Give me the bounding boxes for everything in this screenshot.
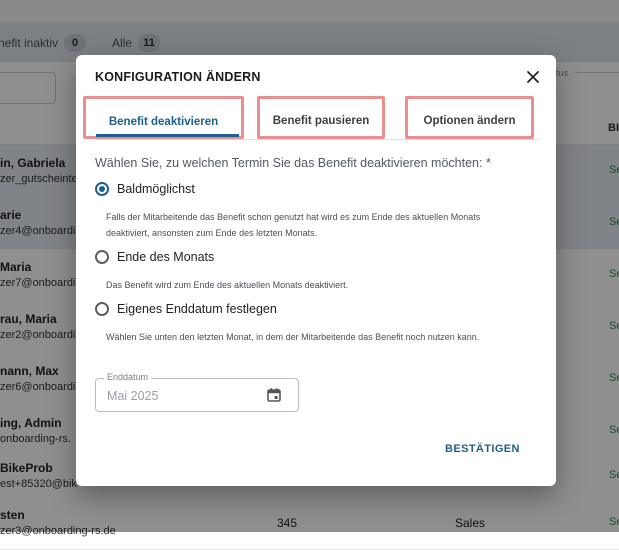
confirm-button[interactable]: BESTÄTIGEN <box>445 443 520 455</box>
tab-benefit-deactivate[interactable]: Benefit deaktivieren <box>83 96 244 139</box>
close-icon <box>527 71 539 83</box>
option-label: Baldmöglichst <box>117 182 195 196</box>
end-date-field[interactable]: Enddatum Mai 2025 <box>95 372 299 412</box>
option-end-of-month[interactable]: Ende des Monats <box>95 250 214 264</box>
radio-unselected[interactable] <box>95 302 109 316</box>
active-tab-indicator <box>96 134 239 137</box>
end-date-label: Enddatum <box>104 372 152 382</box>
tab-change-options[interactable]: Optionen ändern <box>405 96 534 139</box>
option-hint: Falls der Mitarbeitende das Benefit scho… <box>106 212 481 238</box>
tab-label: Optionen ändern <box>423 115 516 127</box>
option-label: Eigenes Enddatum festlegen <box>117 302 277 316</box>
radio-unselected[interactable] <box>95 250 109 264</box>
tab-label: Benefit deaktivieren <box>108 116 219 128</box>
tab-divider <box>95 139 539 140</box>
calendar-icon[interactable] <box>266 387 282 403</box>
option-hint: Wählen Sie unten den letzten Monat, in d… <box>106 332 480 342</box>
tab-label: Benefit pausieren <box>272 115 370 127</box>
dialog-title: KONFIGURATION ÄNDERN <box>95 70 261 84</box>
close-button[interactable] <box>523 67 543 87</box>
end-date-value: Mai 2025 <box>107 389 159 403</box>
option-asap[interactable]: Baldmöglichst <box>95 182 195 196</box>
option-label: Ende des Monats <box>117 250 215 264</box>
configuration-dialog: KONFIGURATION ÄNDERN Benefit deaktiviere… <box>76 55 556 486</box>
tab-benefit-pause[interactable]: Benefit pausieren <box>257 96 385 139</box>
option-custom-end-date[interactable]: Eigenes Enddatum festlegen <box>95 302 277 316</box>
deactivation-question: Wählen Sie, zu welchen Termin Sie das Be… <box>95 156 491 170</box>
radio-selected[interactable] <box>95 182 109 196</box>
option-hint: Das Benefit wird zum Ende des aktuellen … <box>106 280 349 290</box>
